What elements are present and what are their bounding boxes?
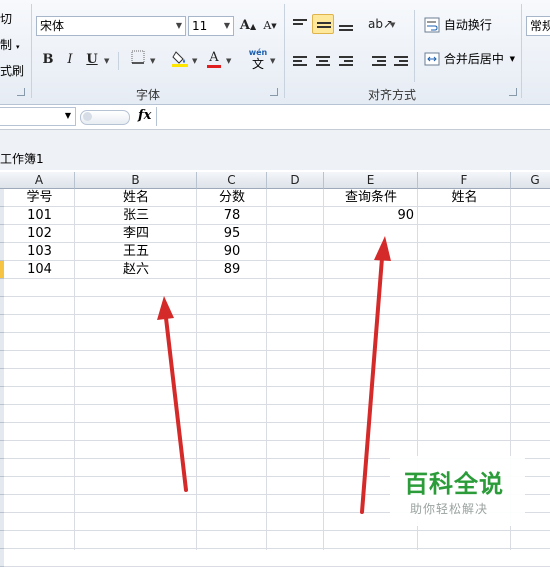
arrow-to-query-value [360, 236, 391, 514]
watermark-subtitle: 助你轻松解决 [410, 502, 489, 516]
watermark: 百科全说 助你轻松解决 [390, 456, 525, 526]
watermark-title: 百科全说 [404, 470, 504, 498]
row-header[interactable] [0, 549, 4, 567]
arrow-to-name-column [157, 296, 188, 492]
